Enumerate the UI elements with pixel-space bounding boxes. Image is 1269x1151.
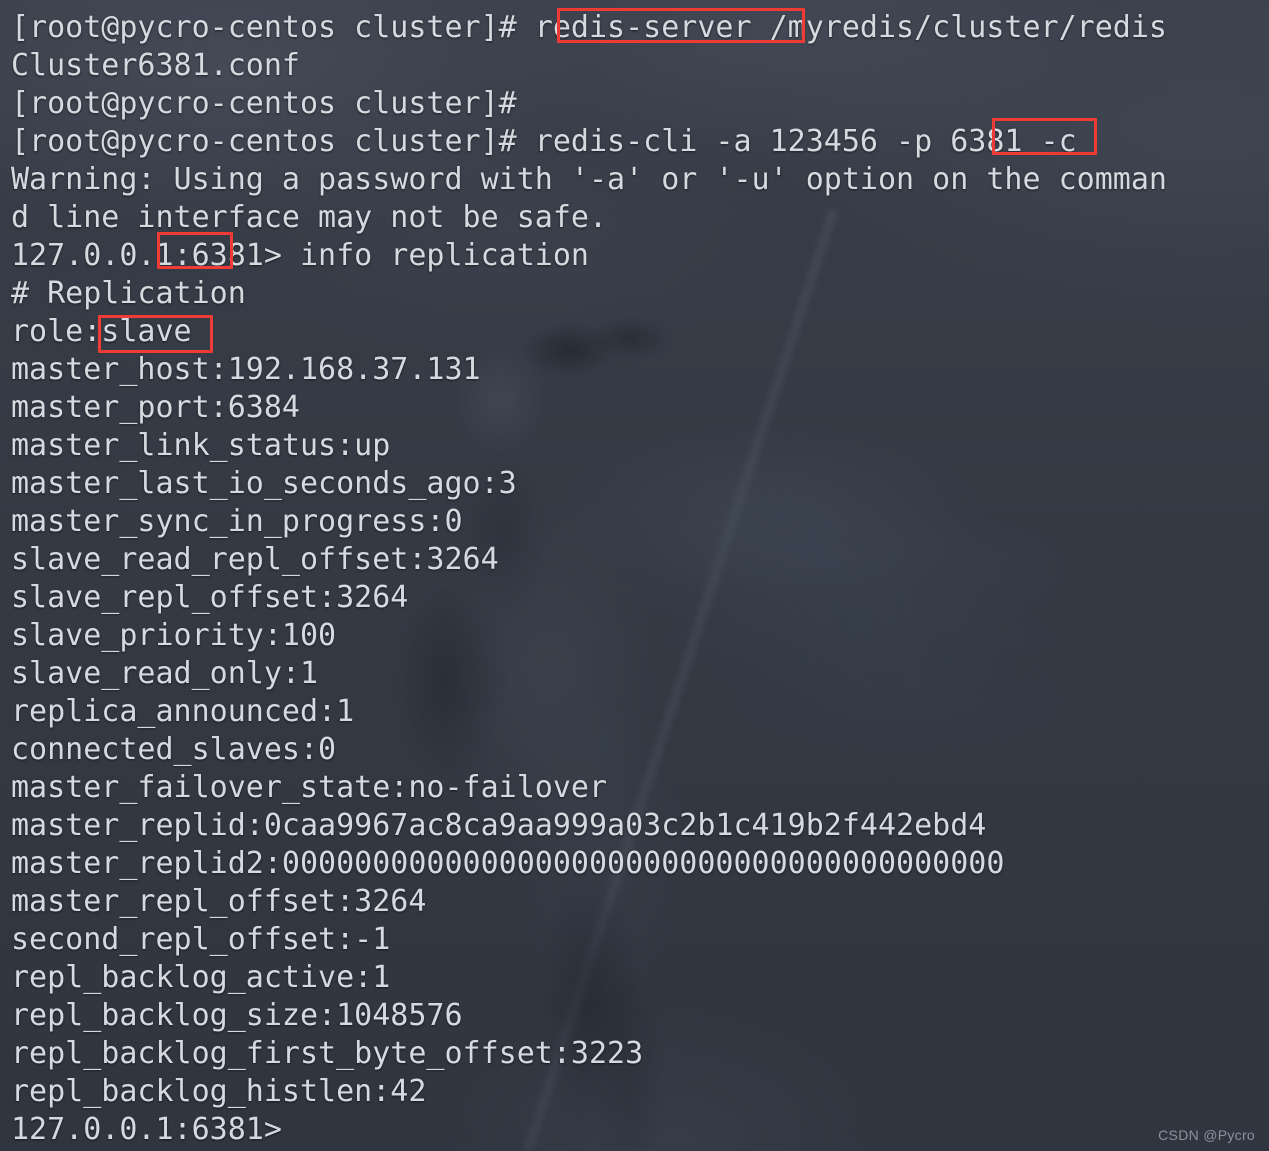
terminal-line: repl_backlog_histlen:42	[11, 1074, 427, 1109]
terminal-output[interactable]: [root@pycro-centos cluster]# redis-serve…	[0, 0, 1269, 1151]
terminal-line: master_replid:0caa9967ac8ca9aa999a03c2b1…	[11, 808, 987, 843]
terminal-line: repl_backlog_first_byte_offset:3223	[11, 1036, 644, 1071]
terminal-line: [root@pycro-centos cluster]# redis-cli -…	[11, 124, 1077, 159]
terminal-line: slave_read_only:1	[11, 656, 319, 691]
terminal-line: repl_backlog_active:1	[11, 960, 391, 995]
terminal-line: master_port:6384	[11, 390, 300, 425]
terminal-line: master_failover_state:no-failover	[11, 770, 608, 805]
terminal-line: master_link_status:up	[11, 428, 391, 463]
terminal-line: master_host:192.168.37.131	[11, 352, 481, 387]
terminal-line: master_replid2:0000000000000000000000000…	[11, 846, 1005, 881]
terminal-line: d line interface may not be safe.	[11, 200, 608, 235]
terminal-line: slave_priority:100	[11, 618, 337, 653]
terminal-prompt-line[interactable]: 127.0.0.1:6381>	[11, 1111, 1269, 1149]
terminal-line: slave_read_repl_offset:3264	[11, 542, 499, 577]
terminal-line: Warning: Using a password with '-a' or '…	[11, 162, 1167, 197]
terminal-line: [root@pycro-centos cluster]# redis-serve…	[11, 10, 1167, 45]
terminal-line: connected_slaves:0	[11, 732, 337, 767]
terminal-line: Cluster6381.conf	[11, 48, 300, 83]
csdn-watermark: CSDN @Pycro	[1158, 1127, 1255, 1143]
terminal-line: repl_backlog_size:1048576	[11, 998, 463, 1033]
terminal-line: # Replication	[11, 276, 246, 311]
terminal-line: master_last_io_seconds_ago:3	[11, 466, 517, 501]
terminal-line: replica_announced:1	[11, 694, 355, 729]
terminal-line: second_repl_offset:-1	[11, 922, 391, 957]
terminal-line: 127.0.0.1:6381> info replication	[11, 238, 589, 273]
terminal-line: slave_repl_offset:3264	[11, 580, 409, 615]
terminal-line: master_sync_in_progress:0	[11, 504, 463, 539]
terminal-line: [root@pycro-centos cluster]#	[11, 86, 517, 121]
terminal-window[interactable]: [root@pycro-centos cluster]# redis-serve…	[0, 0, 1269, 1151]
terminal-line: role:slave	[11, 314, 192, 349]
terminal-line: master_repl_offset:3264	[11, 884, 427, 919]
